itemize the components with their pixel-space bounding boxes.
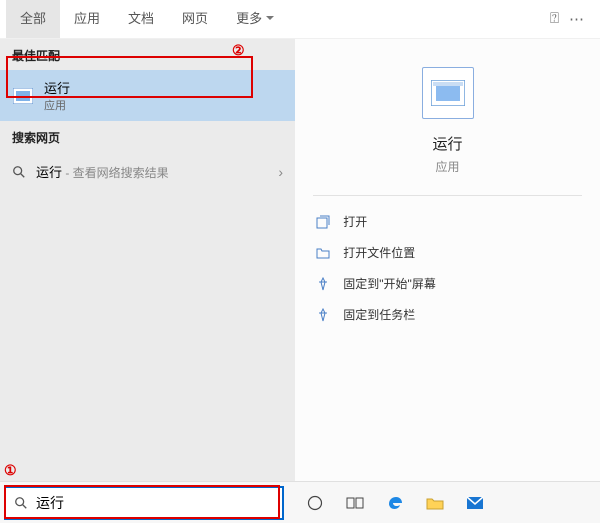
web-search-hint: - 查看网络搜索结果 (62, 166, 169, 180)
best-match-result[interactable]: 运行 应用 (0, 70, 295, 121)
chevron-right-icon: › (278, 164, 283, 180)
feedback-icon[interactable]: ⍰ (550, 10, 559, 28)
best-match-title: 运行 (44, 78, 70, 97)
web-search-header: 搜索网页 (0, 121, 295, 152)
tab-documents[interactable]: 文档 (114, 0, 168, 38)
taskbar (0, 481, 600, 523)
search-box[interactable] (4, 486, 284, 520)
tab-all[interactable]: 全部 (6, 0, 60, 38)
action-pin-taskbar[interactable]: 固定到任务栏 (313, 299, 581, 330)
action-pin-start-label: 固定到"开始"屏幕 (343, 275, 436, 292)
search-icon (12, 165, 26, 179)
tab-web[interactable]: 网页 (168, 0, 222, 38)
details-panel: 运行 应用 打开 打开文件位置 固定到"开始"屏幕 固定到任务栏 (295, 39, 600, 481)
search-input[interactable] (36, 495, 274, 511)
edge-icon[interactable] (386, 494, 404, 512)
details-subtitle: 应用 (435, 158, 459, 175)
tab-apps[interactable]: 应用 (60, 0, 114, 38)
app-large-icon (422, 67, 474, 119)
action-pin-start[interactable]: 固定到"开始"屏幕 (313, 268, 581, 299)
action-open-label: 打开 (343, 213, 367, 230)
folder-icon (315, 245, 331, 261)
results-panel: 最佳匹配 运行 应用 搜索网页 运行 - 查看网络搜索结果 › (0, 39, 295, 481)
run-app-icon (12, 85, 34, 107)
task-view-icon[interactable] (346, 494, 364, 512)
cortana-icon[interactable] (306, 494, 324, 512)
details-title: 运行 (432, 133, 462, 154)
web-search-result[interactable]: 运行 - 查看网络搜索结果 › (0, 152, 295, 191)
more-options-icon[interactable]: ⋯ (569, 10, 584, 28)
top-tabs: 全部 应用 文档 网页 更多 ⍰ ⋯ (0, 0, 600, 38)
divider (313, 195, 581, 196)
search-icon (14, 496, 28, 510)
mail-icon[interactable] (466, 494, 484, 512)
explorer-icon[interactable] (426, 494, 444, 512)
action-open-location-label: 打开文件位置 (343, 244, 415, 261)
tab-more[interactable]: 更多 (222, 0, 288, 38)
pin-taskbar-icon (315, 307, 331, 323)
action-pin-taskbar-label: 固定到任务栏 (343, 306, 415, 323)
pin-icon (315, 276, 331, 292)
best-match-header: 最佳匹配 (0, 39, 295, 70)
web-search-term: 运行 (36, 165, 62, 180)
open-icon (315, 214, 331, 230)
best-match-subtitle: 应用 (44, 97, 70, 113)
action-open[interactable]: 打开 (313, 206, 581, 237)
action-open-location[interactable]: 打开文件位置 (313, 237, 581, 268)
